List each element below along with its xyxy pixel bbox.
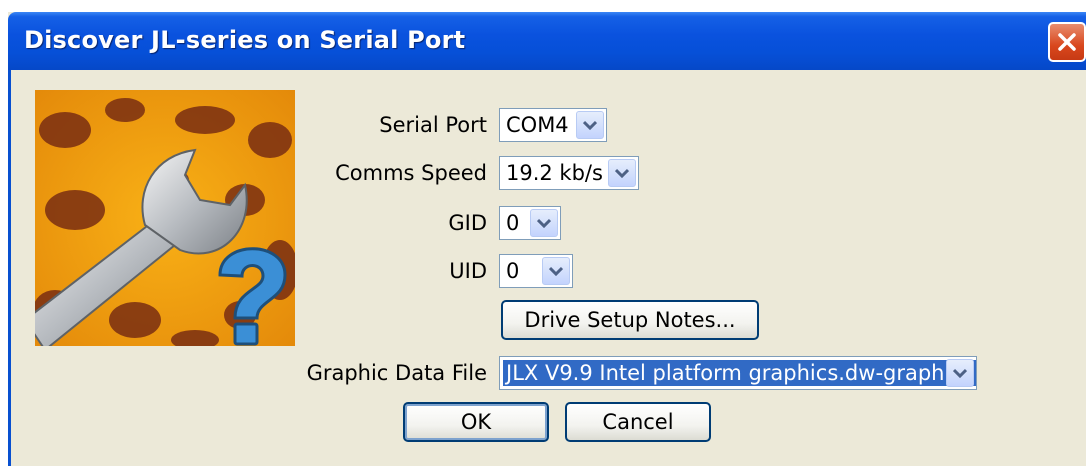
comms-speed-dropdown-button[interactable]: [608, 159, 636, 187]
graphic-data-file-select[interactable]: JLX V9.9 Intel platform graphics.dw-grap…: [499, 356, 977, 390]
close-button[interactable]: [1048, 22, 1086, 62]
dialog-body: Serial Port COM4 Comms Speed 19.2 kb/s G…: [8, 70, 1086, 466]
serial-port-dropdown-button[interactable]: [576, 111, 604, 139]
uid-label: UID: [449, 259, 487, 283]
window-title: Discover JL-series on Serial Port: [24, 26, 466, 54]
uid-select[interactable]: 0: [499, 254, 573, 288]
comms-speed-value: 19.2 kb/s: [506, 161, 603, 185]
chevron-down-icon: [583, 120, 597, 130]
uid-value: 0: [506, 259, 520, 283]
serial-port-value: COM4: [506, 113, 569, 137]
graphic-data-file-dropdown-button[interactable]: [946, 359, 974, 387]
serial-port-select[interactable]: COM4: [499, 108, 607, 142]
chevron-down-icon: [953, 368, 967, 378]
graphic-data-file-value: JLX V9.9 Intel platform graphics.dw-grap…: [503, 360, 976, 386]
uid-dropdown-button[interactable]: [542, 257, 570, 285]
chevron-down-icon: [615, 168, 629, 178]
graphic-data-file-label: Graphic Data File: [306, 361, 487, 385]
chevron-down-icon: [537, 218, 551, 228]
gid-label: GID: [448, 211, 487, 235]
title-bar[interactable]: Discover JL-series on Serial Port: [8, 12, 1086, 70]
gid-select[interactable]: 0: [499, 206, 561, 240]
cancel-button[interactable]: Cancel: [565, 402, 711, 442]
close-icon: [1058, 33, 1076, 51]
gid-dropdown-button[interactable]: [530, 209, 558, 237]
comms-speed-label: Comms Speed: [335, 161, 487, 185]
chevron-down-icon: [549, 266, 563, 276]
drive-setup-notes-button[interactable]: Drive Setup Notes...: [501, 300, 759, 340]
dialog-window: Discover JL-series on Serial Port Serial…: [8, 12, 1086, 466]
comms-speed-select[interactable]: 19.2 kb/s: [499, 156, 639, 190]
serial-port-label: Serial Port: [379, 113, 487, 137]
ok-button[interactable]: OK: [403, 402, 549, 442]
gid-value: 0: [506, 211, 520, 235]
wrench-question-icon: [35, 90, 295, 346]
